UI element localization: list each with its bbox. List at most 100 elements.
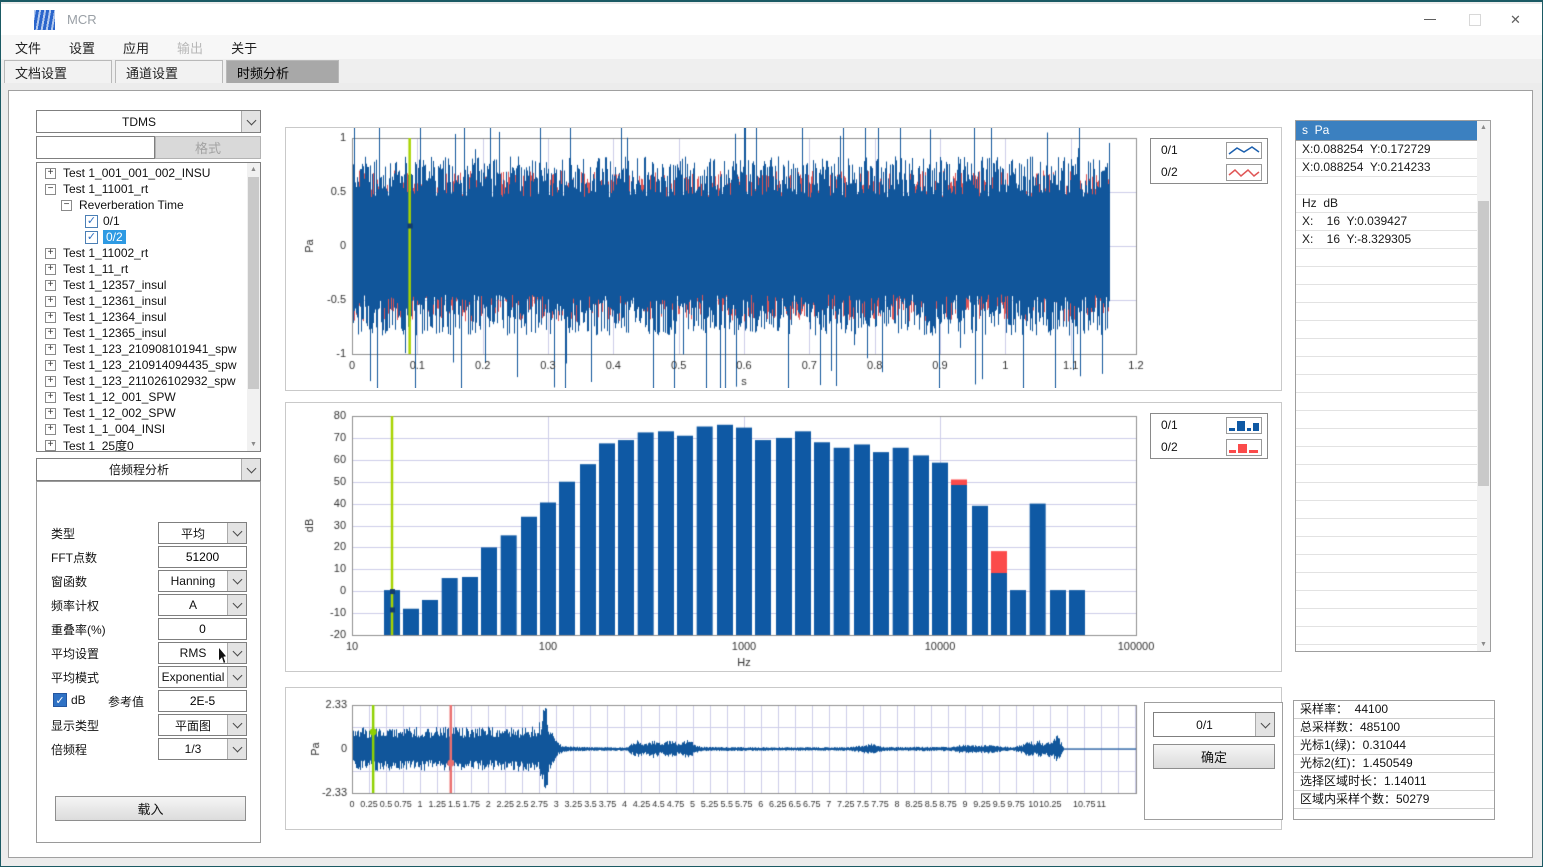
tab-item[interactable]: 文档设置 bbox=[4, 60, 112, 83]
form-combo[interactable]: RMS bbox=[158, 642, 247, 664]
readout-row[interactable] bbox=[1296, 303, 1477, 321]
tree-item[interactable]: +Test 1_12365_insul bbox=[37, 325, 247, 341]
readout-row[interactable] bbox=[1296, 267, 1477, 285]
expand-icon[interactable]: + bbox=[45, 424, 56, 435]
tree-item[interactable]: +Test 1_25度0 bbox=[37, 437, 247, 451]
format-button[interactable]: 格式 bbox=[155, 136, 261, 159]
menu-item[interactable]: 文件 bbox=[1, 35, 55, 60]
readout-row[interactable] bbox=[1296, 645, 1477, 652]
readout-scrollbar[interactable]: ▲ ▼ bbox=[1477, 121, 1490, 651]
scroll-down-icon[interactable]: ▼ bbox=[1477, 638, 1490, 651]
expand-icon[interactable]: + bbox=[45, 392, 56, 403]
chevron-down-icon[interactable] bbox=[241, 459, 260, 480]
chevron-down-icon[interactable] bbox=[227, 571, 246, 591]
analysis-type-combo[interactable]: 倍频程分析 bbox=[36, 458, 261, 481]
readout-row[interactable] bbox=[1296, 465, 1477, 483]
expand-icon[interactable]: + bbox=[45, 296, 56, 307]
readout-row[interactable] bbox=[1296, 429, 1477, 447]
expand-icon[interactable]: + bbox=[45, 168, 56, 179]
scroll-down-icon[interactable]: ▼ bbox=[247, 438, 260, 451]
tree-item[interactable]: +Test 1_123_210908101941_spw bbox=[37, 341, 247, 357]
tree-item[interactable]: −Test 1_11001_rt bbox=[37, 181, 247, 197]
chevron-down-icon[interactable] bbox=[227, 595, 246, 615]
expand-icon[interactable]: + bbox=[45, 376, 56, 387]
scroll-up-icon[interactable]: ▲ bbox=[247, 163, 260, 176]
readout-row[interactable] bbox=[1296, 249, 1477, 267]
expand-icon[interactable]: + bbox=[45, 360, 56, 371]
form-combo[interactable]: Hanning bbox=[158, 570, 247, 592]
expand-icon[interactable]: + bbox=[45, 264, 56, 275]
tree-item[interactable]: +Test 1_1_004_INSI bbox=[37, 421, 247, 437]
readout-row[interactable] bbox=[1296, 357, 1477, 375]
readout-row[interactable] bbox=[1296, 177, 1477, 195]
tree-item[interactable]: +Test 1_11002_rt bbox=[37, 245, 247, 261]
readout-row[interactable] bbox=[1296, 447, 1477, 465]
readout-row[interactable] bbox=[1296, 411, 1477, 429]
tree-item[interactable]: +Test 1_12361_insul bbox=[37, 293, 247, 309]
readout-row[interactable] bbox=[1296, 555, 1477, 573]
expand-icon[interactable]: + bbox=[45, 328, 56, 339]
expand-icon[interactable]: + bbox=[45, 408, 56, 419]
chevron-down-icon[interactable] bbox=[227, 667, 246, 687]
form-combo[interactable]: A bbox=[158, 594, 247, 616]
tree-item[interactable]: +Test 1_12_001_SPW bbox=[37, 389, 247, 405]
expand-icon[interactable]: + bbox=[45, 312, 56, 323]
tree-item[interactable]: +Test 1_001_001_002_INSU bbox=[37, 165, 247, 181]
overview-waveform-plot[interactable] bbox=[286, 688, 1279, 827]
readout-row[interactable]: X:0.088254 Y:0.214233 bbox=[1296, 159, 1477, 177]
maximize-button[interactable] bbox=[1452, 4, 1497, 35]
db-checkbox[interactable]: ✓ bbox=[53, 693, 67, 707]
chevron-down-icon[interactable] bbox=[227, 739, 246, 759]
readout-row[interactable] bbox=[1296, 339, 1477, 357]
form-input[interactable] bbox=[158, 618, 247, 640]
readout-row[interactable] bbox=[1296, 627, 1477, 645]
collapse-icon[interactable]: − bbox=[61, 200, 72, 211]
expand-icon[interactable]: + bbox=[45, 440, 56, 451]
tree-checkbox[interactable]: ✓ bbox=[85, 231, 98, 244]
confirm-button[interactable]: 确定 bbox=[1153, 744, 1275, 769]
tree-scrollbar[interactable]: ▲ ▼ bbox=[247, 163, 260, 451]
reference-value-input[interactable] bbox=[158, 690, 247, 712]
chevron-down-icon[interactable] bbox=[241, 111, 260, 132]
readout-header[interactable]: s Pa bbox=[1296, 121, 1477, 141]
time-waveform-plot[interactable] bbox=[286, 128, 1279, 388]
channel-combo[interactable]: 0/1 bbox=[1153, 712, 1275, 737]
form-combo[interactable]: 1/3 bbox=[158, 738, 247, 760]
form-combo[interactable]: 平均 bbox=[158, 522, 247, 544]
scroll-up-icon[interactable]: ▲ bbox=[1477, 121, 1490, 134]
tree-scrollbar-thumb[interactable] bbox=[248, 177, 259, 389]
tree-item[interactable]: +Test 1_12_002_SPW bbox=[37, 405, 247, 421]
readout-row[interactable]: X: 16 Y:0.039427 bbox=[1296, 213, 1477, 231]
readout-row[interactable]: X:0.088254 Y:0.172729 bbox=[1296, 141, 1477, 159]
tab-active[interactable]: 时频分析 bbox=[226, 60, 339, 83]
tree-item[interactable]: ✓0/1 bbox=[37, 213, 247, 229]
readout-row[interactable] bbox=[1296, 573, 1477, 591]
close-button[interactable]: ✕ bbox=[1493, 4, 1538, 35]
readout-row[interactable] bbox=[1296, 609, 1477, 627]
minimize-button[interactable] bbox=[1407, 4, 1452, 35]
readout-row[interactable]: X: 16 Y:-8.329305 bbox=[1296, 231, 1477, 249]
readout-row[interactable] bbox=[1296, 285, 1477, 303]
tree-filter-input[interactable] bbox=[36, 136, 155, 159]
form-input[interactable] bbox=[158, 546, 247, 568]
chevron-down-icon[interactable] bbox=[227, 715, 246, 735]
tree-item[interactable]: +Test 1_123_210914094435_spw bbox=[37, 357, 247, 373]
expand-icon[interactable]: + bbox=[45, 344, 56, 355]
readout-row[interactable] bbox=[1296, 501, 1477, 519]
readout-row[interactable] bbox=[1296, 375, 1477, 393]
load-button[interactable]: 载入 bbox=[55, 796, 246, 821]
form-combo[interactable]: Exponential bbox=[158, 666, 247, 688]
tree-checkbox[interactable]: ✓ bbox=[85, 215, 98, 228]
expand-icon[interactable]: + bbox=[45, 248, 56, 259]
menu-item[interactable]: 输出 bbox=[163, 35, 217, 60]
readout-row[interactable] bbox=[1296, 321, 1477, 339]
tree-item[interactable]: +Test 1_11_rt bbox=[37, 261, 247, 277]
tree-item[interactable]: +Test 1_12364_insul bbox=[37, 309, 247, 325]
chevron-down-icon[interactable] bbox=[227, 643, 246, 663]
readout-row[interactable] bbox=[1296, 483, 1477, 501]
tree-item[interactable]: +Test 1_123_211026102932_spw bbox=[37, 373, 247, 389]
expand-icon[interactable]: + bbox=[45, 280, 56, 291]
menu-item[interactable]: 应用 bbox=[109, 35, 163, 60]
menu-item[interactable]: 设置 bbox=[55, 35, 109, 60]
readout-row[interactable] bbox=[1296, 591, 1477, 609]
